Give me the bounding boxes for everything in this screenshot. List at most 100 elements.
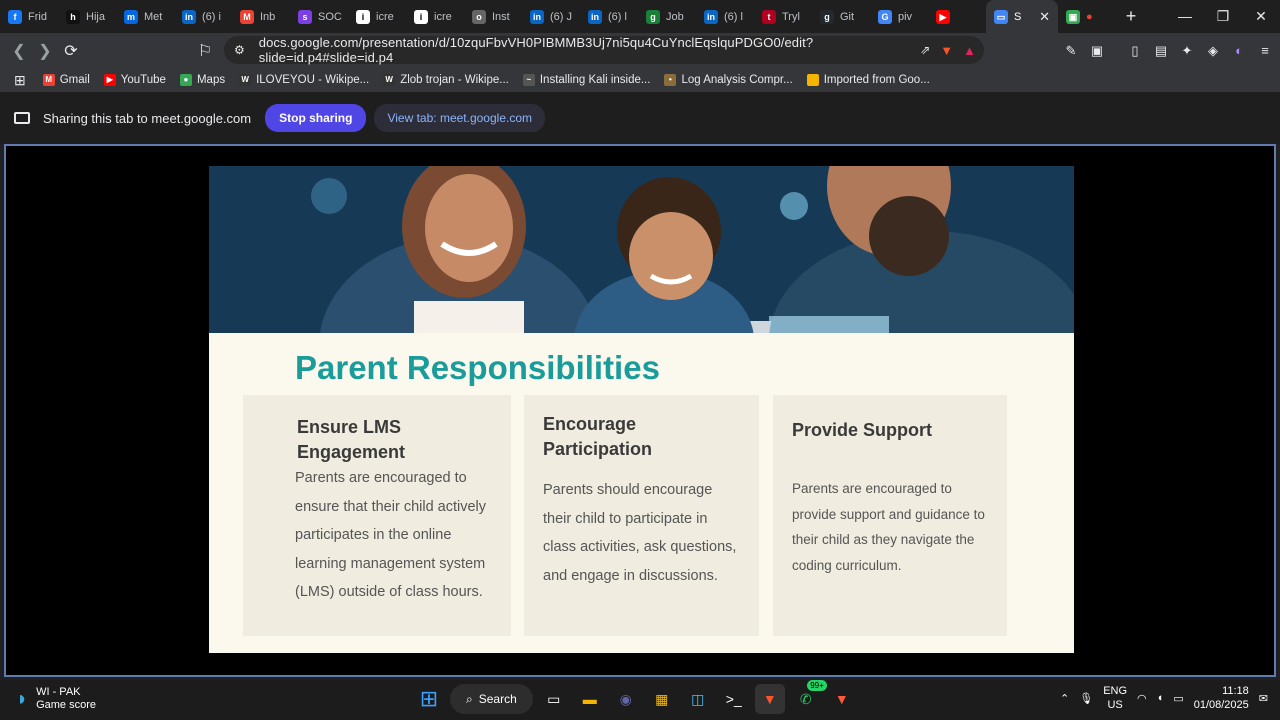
browser-tab[interactable]: h Hija xyxy=(58,0,116,33)
bookmark-label: Gmail xyxy=(59,74,90,86)
leo-ai-icon[interactable]: ✦ xyxy=(1178,42,1196,60)
tab-favicon-icon: g xyxy=(820,9,834,24)
close-window-button[interactable]: ✕ xyxy=(1242,0,1280,33)
tab-label: Inst xyxy=(492,10,510,23)
extension-toolbar: ✎ ▣ ▯ ▤ ✦ ◈ ◐ ≡ xyxy=(1062,33,1274,68)
bookmark-favicon-icon: W xyxy=(383,74,396,86)
browser-tab[interactable]: o Inst xyxy=(464,0,522,33)
view-tab-button[interactable]: View tab: meet.google.com xyxy=(374,104,545,132)
extensions-icon[interactable]: ✎ xyxy=(1062,42,1080,60)
teams-icon[interactable]: ◉ xyxy=(611,684,641,714)
menu-icon[interactable]: ≡ xyxy=(1256,42,1274,60)
recording-icon: ● xyxy=(1086,10,1093,23)
wifi-icon[interactable]: ◠ xyxy=(1137,692,1147,705)
terminal-icon[interactable]: >_ xyxy=(719,684,749,714)
browser-tab[interactable]: Gpiv xyxy=(870,0,928,33)
bookmark-item[interactable]: Imported from Goo... xyxy=(800,74,937,86)
browser-tab[interactable]: t Tryl xyxy=(754,0,812,33)
tray-overflow-icon[interactable]: ⌃ xyxy=(1060,692,1069,705)
bookmark-item[interactable]: • Log Analysis Compr... xyxy=(657,74,799,86)
brave-nightly-icon[interactable]: ▼ xyxy=(827,684,857,714)
windows-start-icon[interactable]: ⊞ xyxy=(414,684,444,714)
window-controls: — ❐ ✕ xyxy=(1166,0,1280,33)
remote-desktop-icon[interactable]: ◫ xyxy=(683,684,713,714)
tab-label: Git xyxy=(840,10,855,23)
taskbar-search[interactable]: ⌕ Search xyxy=(450,684,533,714)
bookmark-favicon-icon: ▶ xyxy=(103,74,116,86)
share-icon[interactable]: ⇗ xyxy=(920,43,930,57)
file-explorer-icon[interactable]: ▬ xyxy=(575,684,605,714)
minimize-button[interactable]: — xyxy=(1166,0,1204,33)
back-button[interactable]: ❮ xyxy=(6,41,32,61)
tab-favicon-icon: G xyxy=(878,9,892,24)
browser-tab[interactable]: g Git xyxy=(812,0,870,33)
store-icon[interactable]: ▦ xyxy=(647,684,677,714)
tab-label: (6) l xyxy=(724,10,743,23)
tab-favicon-icon: o xyxy=(472,9,486,24)
whatsapp-icon[interactable]: ✆ 99+ xyxy=(791,680,827,714)
browser-tab[interactable]: in (6) J xyxy=(522,0,580,33)
restore-button[interactable]: ❐ xyxy=(1204,0,1242,33)
tab-favicon-icon: t xyxy=(762,9,776,24)
tab-strip: f Frid h Hija m Met in (6) i M Inb s SOC i icre i icre o… xyxy=(0,0,1280,33)
tab-sharing-bar: Sharing this tab to meet.google.com Stop… xyxy=(0,92,1280,144)
url-text: docs.google.com/presentation/d/10zquFbvV… xyxy=(258,35,814,65)
tab-label: (6) i xyxy=(202,10,221,23)
bookmark-item[interactable]: ▶ YouTube xyxy=(97,74,173,86)
bookmark-favicon-icon: W xyxy=(239,74,252,86)
apps-grid-icon[interactable]: ⊞ xyxy=(14,72,26,89)
profile-icon[interactable]: ◐ xyxy=(1230,42,1248,60)
browser-tab[interactable]: m Met xyxy=(116,0,174,33)
card-lms-engagement: Ensure LMS Engagement Parents are encour… xyxy=(243,395,511,636)
bookmark-item[interactable]: ● Maps xyxy=(173,74,232,86)
tab-favicon-icon: i xyxy=(356,9,370,24)
forward-button[interactable]: ❯ xyxy=(32,41,58,61)
card-heading: Ensure LMS Engagement xyxy=(297,417,406,462)
screenshot-icon[interactable]: ▣ xyxy=(1088,42,1106,60)
microphone-icon[interactable]: 🎙 xyxy=(1079,692,1093,705)
volume-icon[interactable]: ◖ xyxy=(1157,692,1164,704)
stop-sharing-button[interactable]: Stop sharing xyxy=(265,104,367,132)
bookmark-item[interactable]: M Gmail xyxy=(36,74,97,86)
widgets-button[interactable]: ◗ WI - PAK Game score xyxy=(16,686,96,712)
browser-tab[interactable]: s SOC xyxy=(290,0,348,33)
browser-tab[interactable]: M Inb xyxy=(232,0,290,33)
battery-icon[interactable]: ▭ xyxy=(1173,692,1183,705)
address-bar[interactable]: ⚙ docs.google.com/presentation/d/10zquFb… xyxy=(224,35,984,65)
browser-tab[interactable]: in (6) l xyxy=(696,0,754,33)
tab-label: Inb xyxy=(260,10,276,23)
bookmark-favicon-icon: ~ xyxy=(522,74,535,86)
new-tab-button[interactable]: + xyxy=(1116,6,1146,27)
tab-favicon-icon: h xyxy=(66,9,80,24)
tab-label: Tryl xyxy=(782,10,800,23)
brave-browser-icon[interactable]: ▼ xyxy=(754,684,785,714)
brave-rewards-icon[interactable]: ▲ xyxy=(963,43,976,58)
browser-tab[interactable]: ▣ ● xyxy=(1058,0,1116,33)
task-view-icon[interactable]: ▭ xyxy=(539,684,569,714)
browser-tab[interactable]: f Frid xyxy=(0,0,58,33)
bookmark-star-icon[interactable]: ⚐ xyxy=(192,41,218,61)
clock[interactable]: 11:18 01/08/2025 xyxy=(1194,684,1249,712)
browser-tab[interactable]: in (6) l xyxy=(580,0,638,33)
vpn-icon[interactable]: ◈ xyxy=(1204,42,1222,60)
browser-tab[interactable]: i icre xyxy=(348,0,406,33)
close-tab-icon[interactable]: ✕ xyxy=(1039,9,1050,25)
browser-tab[interactable]: ▶ xyxy=(928,0,986,33)
tab-favicon-icon: g xyxy=(646,9,660,24)
tab-label: Met xyxy=(144,10,163,23)
browser-tab[interactable]: i icre xyxy=(406,0,464,33)
browser-tab-active[interactable]: ▭ S ✕ xyxy=(986,0,1058,33)
browser-tab[interactable]: g Job xyxy=(638,0,696,33)
bookmark-item[interactable]: W ILOVEYOU - Wikipe... xyxy=(232,74,376,86)
brave-shield-icon[interactable]: ▼ xyxy=(940,43,953,58)
bookmark-item[interactable]: W Zlob trojan - Wikipe... xyxy=(376,74,516,86)
reload-button[interactable]: ⟳ xyxy=(58,41,84,61)
wallet-icon[interactable]: ▤ xyxy=(1152,42,1170,60)
notifications-icon[interactable]: ✉ xyxy=(1259,692,1268,705)
tab-label: SOC xyxy=(318,10,342,23)
sidebar-icon[interactable]: ▯ xyxy=(1126,42,1144,60)
site-info-icon[interactable]: ⚙ xyxy=(234,43,245,57)
bookmark-item[interactable]: ~ Installing Kali inside... xyxy=(516,74,658,86)
browser-tab[interactable]: in (6) i xyxy=(174,0,232,33)
language-indicator[interactable]: ENG US xyxy=(1103,684,1127,712)
